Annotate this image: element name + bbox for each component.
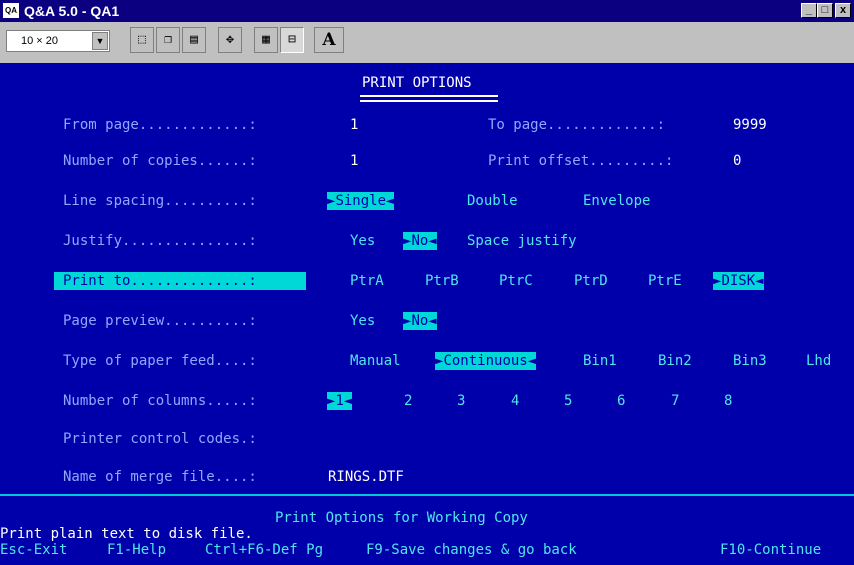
option-ptra[interactable]: PtrA <box>350 272 384 290</box>
option-bin2[interactable]: Bin2 <box>658 352 692 370</box>
copies-value[interactable]: 1 <box>350 152 358 170</box>
app-icon[interactable]: QA <box>3 3 19 18</box>
font-icon[interactable]: A <box>314 27 344 53</box>
option-no[interactable]: ►No◄ <box>403 312 437 330</box>
selector-right-icon: ◄ <box>386 193 395 209</box>
page-preview-label: Page preview..........: <box>63 313 257 329</box>
option-col-1[interactable]: ►1◄ <box>327 392 353 410</box>
key-esc[interactable]: Esc-Exit <box>0 541 67 559</box>
print-to-label[interactable]: Print to..............: <box>54 272 306 290</box>
control-codes-label: Printer control codes.: <box>63 431 257 447</box>
selector-right-icon: ◄ <box>428 233 437 249</box>
option-yes[interactable]: Yes <box>350 232 375 250</box>
option-continuous[interactable]: ►Continuous◄ <box>435 352 537 370</box>
fullscreen-icon[interactable]: ✥ <box>218 27 242 53</box>
justify-label: Justify...............: <box>63 233 257 249</box>
option-ptrc[interactable]: PtrC <box>499 272 533 290</box>
option-manual[interactable]: Manual <box>350 352 401 370</box>
option-lhd[interactable]: Lhd <box>806 352 831 370</box>
close-button[interactable]: x <box>835 3 851 18</box>
offset-value[interactable]: 0 <box>733 152 741 170</box>
copies-label: Number of copies......: <box>63 153 257 169</box>
selector-right-icon: ◄ <box>428 313 437 329</box>
key-f1[interactable]: F1-Help <box>107 541 166 559</box>
minimize-button[interactable]: _ <box>801 3 817 18</box>
paper-feed-label: Type of paper feed....: <box>63 353 257 369</box>
option-disk[interactable]: ►DISK◄ <box>713 272 764 290</box>
selector-right-icon: ◄ <box>527 353 537 369</box>
background-icon[interactable]: ⊟ <box>280 27 304 53</box>
title-underline <box>360 95 498 97</box>
selector-right-icon: ◄ <box>755 273 764 289</box>
footer-divider <box>0 494 854 496</box>
option-space-justify[interactable]: Space justify <box>467 232 577 250</box>
paste-icon[interactable]: ▤ <box>182 27 206 53</box>
title-underline <box>360 100 498 102</box>
toolbar: 10 × 20 ▼ ⬚ ❐ ▤ ✥ ▦ ⊟ A <box>0 22 854 63</box>
offset-label: Print offset.........: <box>488 153 674 169</box>
key-ctrl-f6[interactable]: Ctrl+F6-Def Pg <box>205 541 323 559</box>
option-col-4[interactable]: 4 <box>511 392 519 410</box>
option-col-2[interactable]: 2 <box>404 392 412 410</box>
option-col-8[interactable]: 8 <box>724 392 732 410</box>
merge-file-value[interactable]: RINGS.DTF <box>328 468 404 486</box>
page-title: PRINT OPTIONS <box>362 75 472 91</box>
copy-icon[interactable]: ❐ <box>156 27 180 53</box>
option-double[interactable]: Double <box>467 192 518 210</box>
option-ptre[interactable]: PtrE <box>648 272 682 290</box>
line-spacing-label: Line spacing..........: <box>63 193 257 209</box>
properties-icon[interactable]: ▦ <box>254 27 278 53</box>
key-f9[interactable]: F9-Save changes & go back <box>366 541 577 559</box>
terminal-screen[interactable]: PRINT OPTIONS From page.............: 1 … <box>0 63 854 565</box>
merge-file-label: Name of merge file....: <box>63 469 257 485</box>
option-no[interactable]: ►No◄ <box>403 232 437 250</box>
to-page-label: To page.............: <box>488 117 666 133</box>
font-size-select[interactable]: 10 × 20 ▼ <box>6 30 110 52</box>
option-col-5[interactable]: 5 <box>564 392 572 410</box>
option-envelope[interactable]: Envelope <box>583 192 650 210</box>
option-single[interactable]: ►Single◄ <box>327 192 395 210</box>
from-page-label: From page.............: <box>63 117 257 133</box>
mark-icon[interactable]: ⬚ <box>130 27 154 53</box>
option-ptrb[interactable]: PtrB <box>425 272 459 290</box>
option-bin1[interactable]: Bin1 <box>583 352 617 370</box>
option-yes[interactable]: Yes <box>350 312 375 330</box>
to-page-value[interactable]: 9999 <box>733 116 767 134</box>
font-size-value: 10 × 20 <box>21 35 59 47</box>
option-ptrd[interactable]: PtrD <box>574 272 608 290</box>
option-col-7[interactable]: 7 <box>671 392 679 410</box>
maximize-button[interactable]: □ <box>817 3 833 18</box>
from-page-value[interactable]: 1 <box>350 116 358 134</box>
key-f10[interactable]: F10-Continue <box>720 541 821 559</box>
footer-title: Print Options for Working Copy <box>275 510 528 526</box>
option-col-6[interactable]: 6 <box>617 392 625 410</box>
option-bin3[interactable]: Bin3 <box>733 352 767 370</box>
window-title: Q&A 5.0 - QA1 <box>24 3 120 19</box>
selector-right-icon: ◄ <box>343 393 353 409</box>
window-title-bar[interactable]: QA Q&A 5.0 - QA1 _ □ x <box>0 0 854 22</box>
chevron-down-icon[interactable]: ▼ <box>92 32 108 50</box>
columns-label: Number of columns.....: <box>63 393 257 409</box>
option-col-3[interactable]: 3 <box>457 392 465 410</box>
